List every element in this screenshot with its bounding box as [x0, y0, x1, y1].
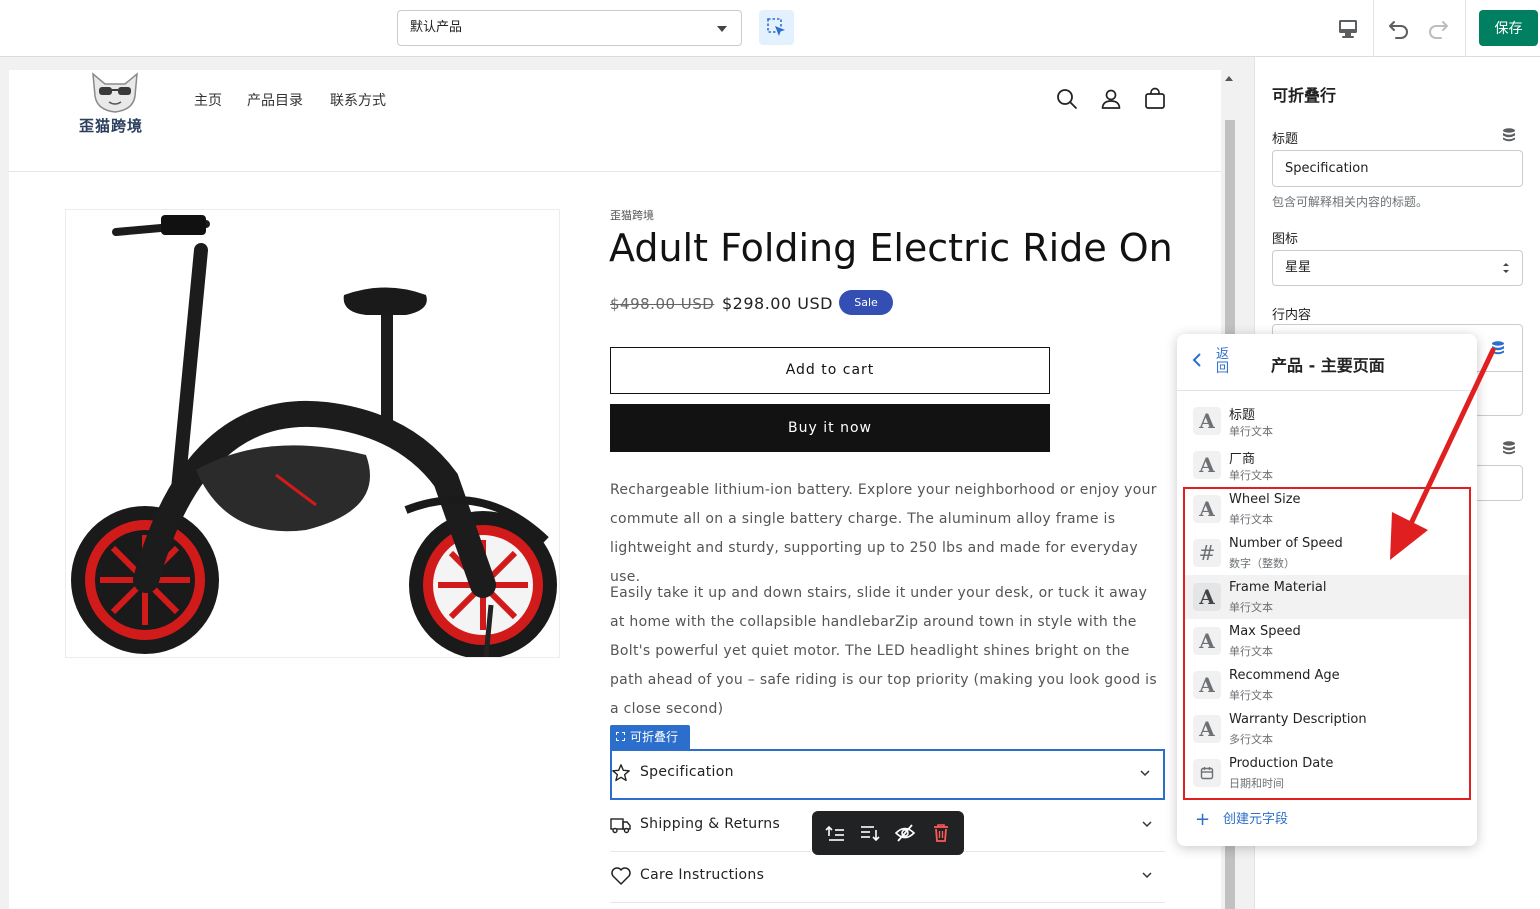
text-type-icon: A — [1193, 451, 1221, 479]
desktop-icon — [1339, 20, 1357, 38]
accordion-specification[interactable]: Specification — [610, 749, 1165, 800]
storefront-preview: 歪猫跨境 主页 产品目录 联系方式 歪猫跨境 Adult Folding Ele… — [9, 70, 1221, 909]
editor-toolbar: 默认产品 保存 — [0, 0, 1540, 57]
dynamic-source-icon[interactable] — [1501, 440, 1517, 456]
icon-select[interactable]: 星星 — [1272, 250, 1523, 286]
accordion-care[interactable]: Care Instructions — [610, 852, 1165, 903]
section-tag[interactable]: 可折叠行 — [610, 725, 690, 749]
nav-contact[interactable]: 联系方式 — [330, 90, 386, 110]
select-pointer-icon — [767, 18, 785, 36]
account-icon[interactable] — [1099, 87, 1123, 111]
e-bike-image — [71, 215, 557, 659]
site-header: 歪猫跨境 主页 产品目录 联系方式 — [9, 70, 1221, 172]
heading-input[interactable]: Specification — [1272, 150, 1523, 187]
cart-icon[interactable] — [1143, 87, 1167, 111]
settings-title: 可折叠行 — [1272, 86, 1337, 105]
metafield-type: 单行文本 — [1229, 469, 1273, 482]
heart-icon — [611, 867, 631, 885]
nav-home[interactable]: 主页 — [194, 90, 222, 110]
delete-trash-icon[interactable] — [930, 822, 952, 844]
heading-help-text: 包含可解释相关内容的标题。 — [1272, 195, 1429, 209]
section-tag-label: 可折叠行 — [630, 730, 679, 744]
search-icon[interactable] — [1055, 87, 1079, 111]
chevron-down-icon — [1140, 770, 1150, 777]
popover-title: 产品 - 主要页面 — [1271, 356, 1385, 375]
save-button[interactable]: 保存 — [1479, 10, 1538, 46]
create-metafield-link[interactable]: + 创建元字段 — [1195, 808, 1288, 830]
back-chevron-icon[interactable] — [1191, 352, 1203, 368]
cat-logo-icon — [92, 72, 138, 113]
create-metafield-label: 创建元字段 — [1223, 812, 1289, 827]
heading-input-value: Specification — [1285, 161, 1369, 176]
row-content-label: 行内容 — [1272, 308, 1312, 323]
heading-label: 标题 — [1272, 132, 1299, 147]
buy-now-button[interactable]: Buy it now — [610, 404, 1050, 452]
accordion-label: Specification — [640, 764, 734, 780]
caret-down-icon — [717, 26, 727, 32]
undo-button[interactable] — [1384, 13, 1416, 45]
store-logo-text[interactable]: 歪猫跨境 — [79, 115, 143, 136]
metafield-name: 标题 — [1229, 408, 1256, 423]
move-down-icon[interactable] — [859, 822, 881, 844]
sale-badge: Sale — [839, 290, 893, 315]
metafield-name: 厂商 — [1229, 452, 1256, 467]
chevron-down-icon — [1142, 872, 1152, 879]
description-paragraph: Easily take it up and down stairs, slide… — [610, 585, 1157, 717]
nav-catalog[interactable]: 产品目录 — [247, 90, 303, 110]
icon-label: 图标 — [1272, 232, 1299, 247]
truck-icon — [610, 818, 631, 834]
sale-price: $298.00 USD — [722, 294, 833, 313]
metafield-type: 单行文本 — [1229, 425, 1273, 438]
template-select-value: 默认产品 — [410, 20, 463, 35]
product-title: Adult Folding Electric Ride On — [609, 226, 1173, 270]
compare-price: $498.00 USD — [610, 295, 715, 313]
chevron-down-icon — [1142, 821, 1152, 828]
toolbar-divider — [1465, 0, 1466, 57]
accordion-label: Shipping & Returns — [640, 816, 781, 832]
undo-icon — [1389, 21, 1408, 39]
move-up-icon[interactable] — [824, 822, 846, 844]
plus-icon: + — [1195, 809, 1211, 830]
dynamic-source-icon[interactable] — [1501, 127, 1517, 143]
text-type-icon: A — [1193, 407, 1221, 435]
block-toolbar — [812, 811, 964, 855]
hide-eye-icon[interactable] — [894, 822, 916, 844]
back-link[interactable]: 返回 — [1216, 348, 1232, 376]
accordion-label: Care Instructions — [640, 867, 765, 883]
description-paragraph: Rechargeable lithium-ion battery. Explor… — [610, 482, 1157, 585]
star-icon — [612, 764, 630, 782]
redo-icon — [1429, 21, 1448, 39]
section-bracket-icon — [616, 732, 625, 741]
icon-select-value: 星星 — [1285, 260, 1312, 275]
add-to-cart-button[interactable]: Add to cart — [610, 347, 1050, 394]
redo-button[interactable] — [1421, 13, 1453, 45]
desktop-view-button[interactable] — [1332, 12, 1364, 44]
annotation-arrow-icon — [1390, 347, 1496, 560]
template-select[interactable]: 默认产品 — [397, 10, 742, 46]
select-arrows-icon — [1503, 263, 1509, 273]
product-vendor: 歪猫跨境 — [610, 209, 654, 222]
product-image[interactable] — [65, 209, 560, 659]
scroll-up-arrow-icon[interactable] — [1225, 76, 1233, 81]
toolbar-divider — [1373, 0, 1374, 57]
inspector-button[interactable] — [759, 10, 794, 45]
